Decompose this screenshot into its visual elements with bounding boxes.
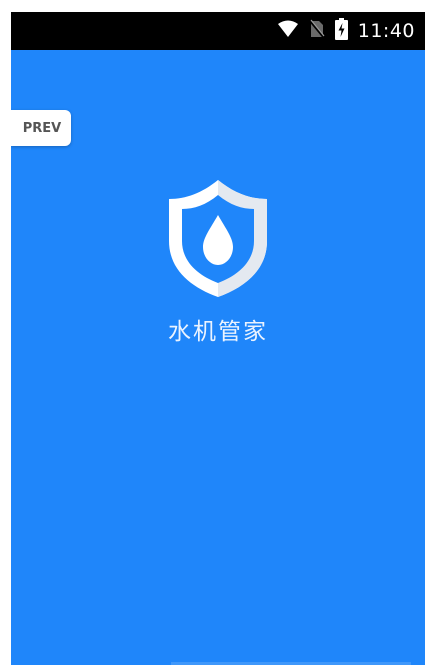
device-frame: 11:40 PREV 水机管家: [0, 0, 436, 665]
status-icons: 11:40: [277, 12, 415, 50]
app-screen: 11:40 PREV 水机管家: [11, 12, 425, 665]
status-time: 11:40: [357, 20, 415, 42]
wifi-icon: [277, 20, 299, 42]
prev-button[interactable]: PREV: [11, 110, 71, 146]
shield-water-drop-icon: [166, 177, 270, 299]
app-name: 水机管家: [168, 319, 268, 345]
no-sim-icon: [308, 19, 325, 43]
status-bar: 11:40: [11, 12, 425, 50]
battery-charging-icon: [334, 18, 348, 44]
